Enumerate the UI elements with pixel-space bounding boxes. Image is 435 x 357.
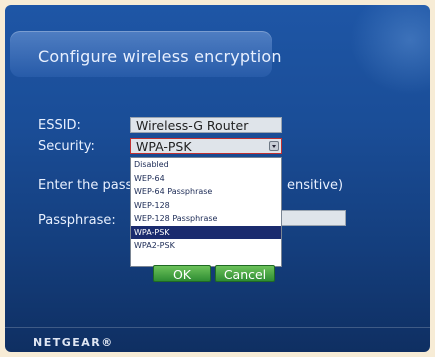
- security-options-list[interactable]: Disabled WEP-64 WEP-64 Passphrase WEP-128 WE…: [130, 157, 282, 267]
- background-sheen: [350, 5, 430, 95]
- passphrase-label: Passphrase:: [38, 213, 116, 228]
- netgear-logo: NETGEAR®: [33, 336, 114, 349]
- security-option[interactable]: WEP-64: [131, 172, 281, 186]
- passphrase-field[interactable]: [281, 210, 346, 226]
- chevron-down-icon[interactable]: [269, 141, 279, 151]
- cancel-button[interactable]: Cancel: [215, 265, 275, 282]
- wireless-config-screen: Configure wireless encryption ESSID: Wir…: [5, 5, 430, 352]
- security-option[interactable]: Disabled: [131, 158, 281, 172]
- security-option[interactable]: WPA2-PSK: [131, 239, 281, 253]
- ok-button[interactable]: OK: [153, 265, 211, 282]
- security-option[interactable]: WEP-128: [131, 199, 281, 213]
- security-option[interactable]: WEP-64 Passphrase: [131, 185, 281, 199]
- security-option[interactable]: WEP-128 Passphrase: [131, 212, 281, 226]
- footer-divider: [5, 327, 430, 328]
- essid-label: ESSID:: [38, 118, 81, 133]
- page-title: Configure wireless encryption: [38, 47, 282, 66]
- security-select[interactable]: WPA-PSK: [130, 138, 282, 154]
- security-option[interactable]: WPA-PSK: [131, 225, 281, 239]
- security-label: Security:: [38, 139, 95, 154]
- essid-field[interactable]: Wireless-G Router: [130, 117, 282, 133]
- passphrase-hint-suffix: ensitive): [287, 178, 344, 193]
- security-selected-value: WPA-PSK: [136, 139, 192, 154]
